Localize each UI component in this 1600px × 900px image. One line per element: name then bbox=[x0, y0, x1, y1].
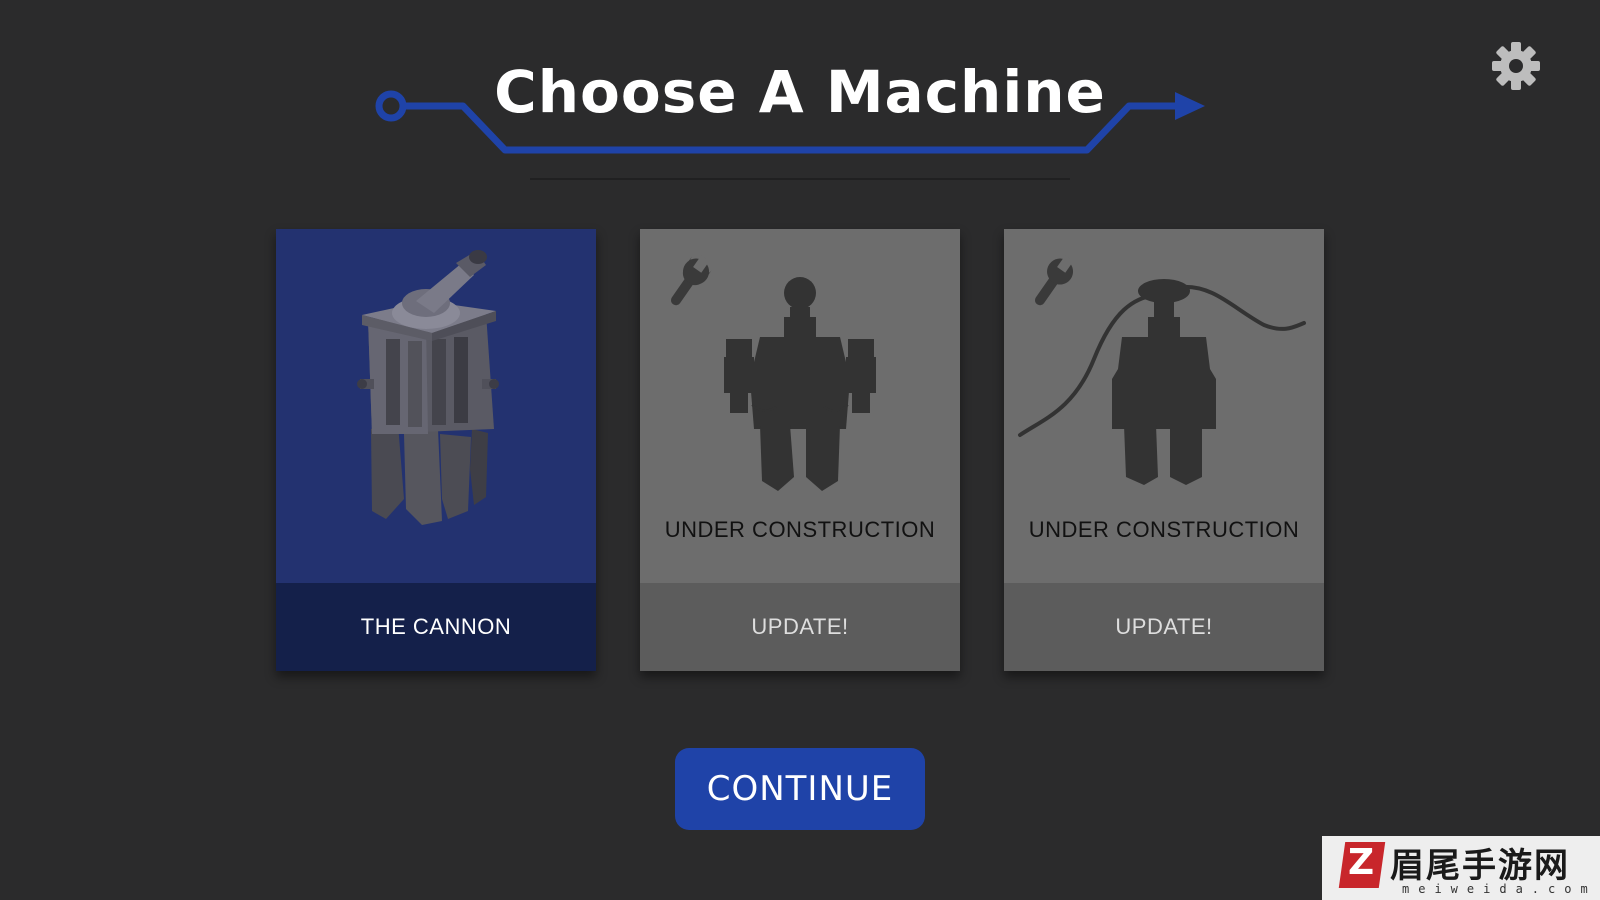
cannon-machine-image bbox=[357, 250, 499, 525]
settings-button[interactable] bbox=[1490, 40, 1542, 92]
watermark-text: 眉尾手游网 bbox=[1390, 846, 1570, 886]
update-label: UPDATE! bbox=[640, 583, 960, 671]
machine-name-label: THE CANNON bbox=[276, 583, 596, 671]
machine-card-locked-1[interactable]: UNDER CONSTRUCTION UPDATE! bbox=[640, 229, 960, 671]
wrench-icon bbox=[670, 255, 712, 306]
page-title: Choose A Machine bbox=[494, 58, 1106, 126]
title-underline-shadow bbox=[530, 178, 1070, 180]
wrench-icon bbox=[1034, 255, 1074, 306]
gear-icon bbox=[1492, 42, 1540, 90]
construction-status: UNDER CONSTRUCTION bbox=[1028, 517, 1300, 542]
construction-status: UNDER CONSTRUCTION bbox=[664, 517, 936, 542]
machine-card-cannon[interactable]: THE CANNON bbox=[276, 229, 596, 671]
machine-card-locked-2[interactable]: UNDER CONSTRUCTION UPDATE! bbox=[1004, 229, 1324, 671]
continue-button[interactable]: CONTINUE bbox=[675, 748, 925, 830]
watermark-subtext: meiweida.com bbox=[1402, 882, 1597, 896]
game-screen: Choose A Machine THE CANNON UNDER CONSTR… bbox=[0, 0, 1600, 900]
watermark-logo-letter: Z bbox=[1348, 842, 1375, 883]
update-label: UPDATE! bbox=[1004, 583, 1324, 671]
watermark-logo: Z 眉尾手游网 meiweida.com bbox=[1322, 836, 1600, 900]
